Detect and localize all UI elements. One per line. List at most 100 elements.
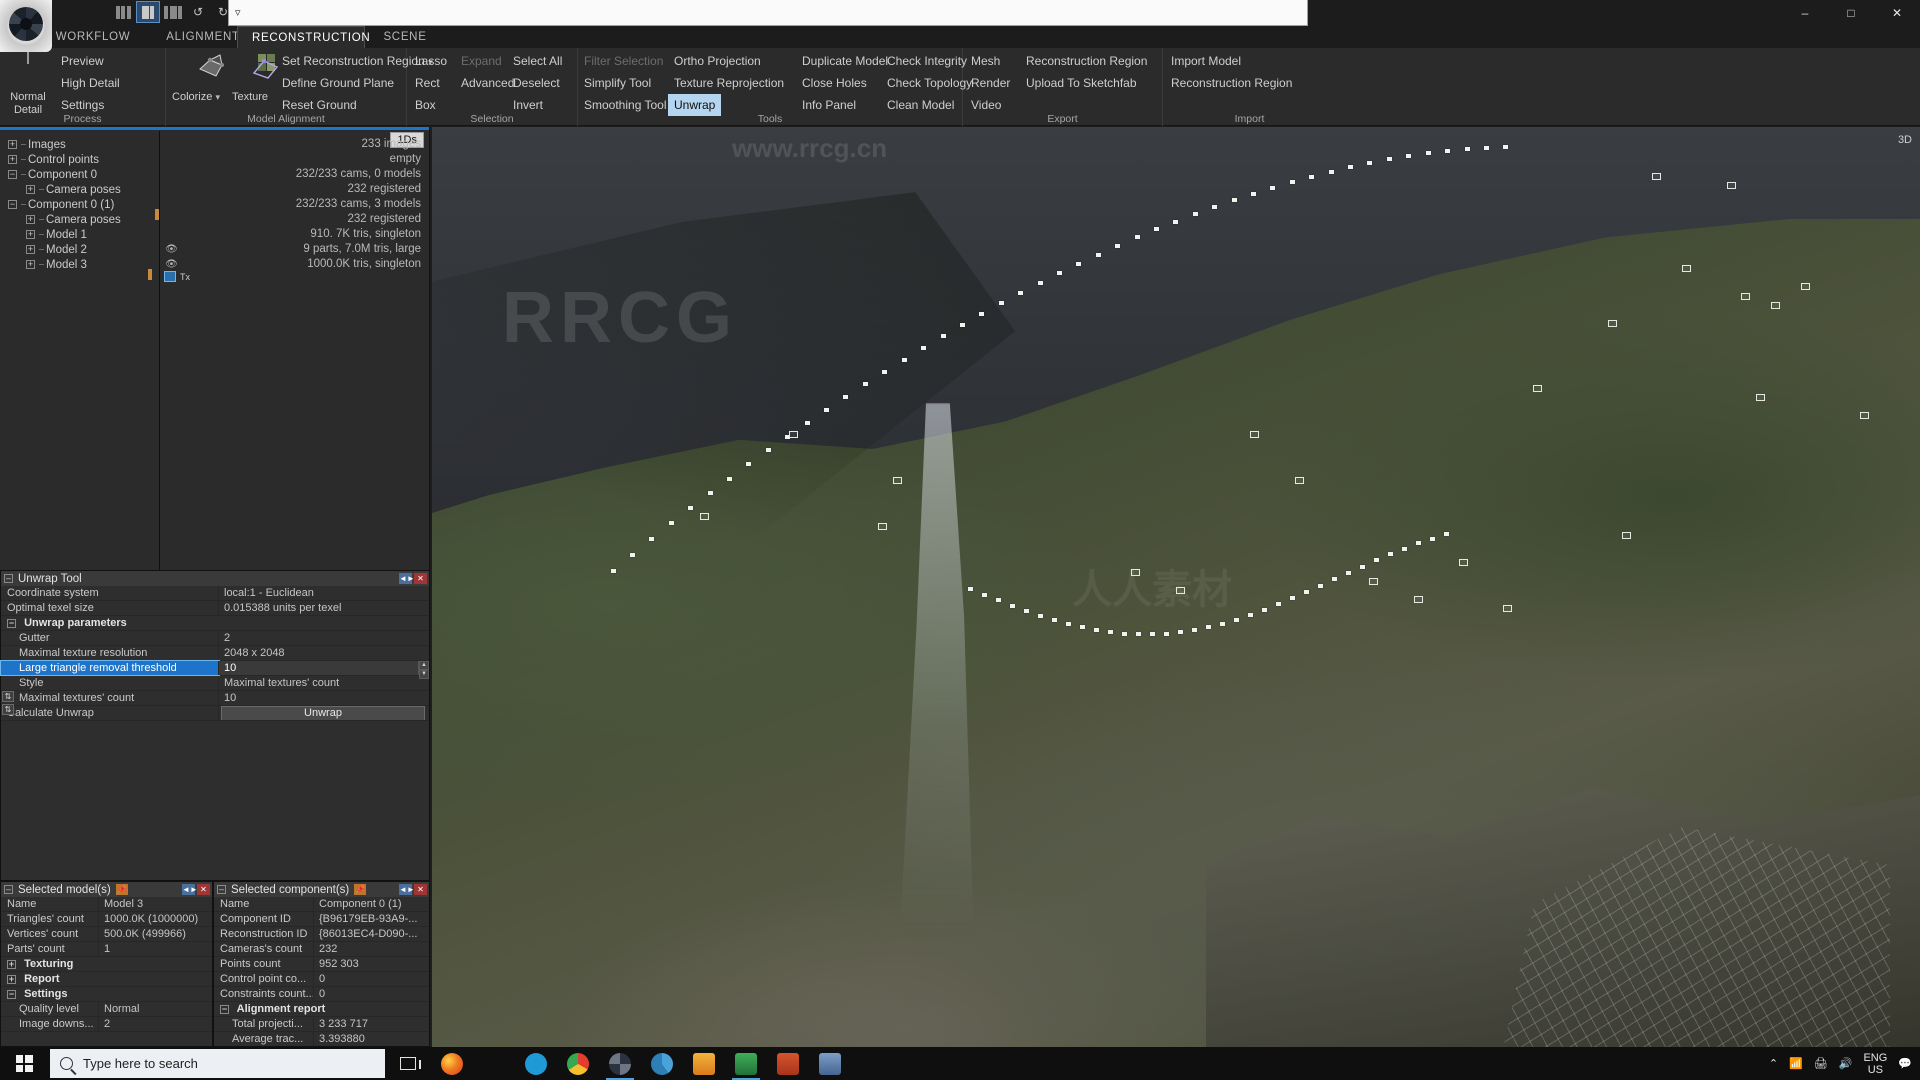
- camera-pose-marker[interactable]: [1331, 577, 1337, 582]
- unwrap-tool-header[interactable]: – Unwrap Tool ◄► ✕: [1, 571, 429, 586]
- pin-icon[interactable]: 📌: [115, 884, 128, 895]
- colorize-button[interactable]: Colorize ▾: [170, 51, 224, 104]
- browser-taskbar-icon[interactable]: [641, 1047, 683, 1080]
- dock-icon[interactable]: ◄►: [399, 884, 415, 895]
- expander-icon[interactable]: +: [26, 245, 35, 254]
- camera-pose-marker[interactable]: [1367, 161, 1373, 166]
- tree-item-camera-poses[interactable]: + Camera poses: [0, 182, 158, 197]
- model-row-vertices-count[interactable]: Vertices' count 500.0K (499966): [1, 927, 212, 942]
- ribbon-item-export-reconstruction-region[interactable]: Reconstruction Region: [1020, 50, 1153, 72]
- property-value[interactable]: 2048 x 2048: [219, 646, 429, 660]
- tab-workflow[interactable]: WORKFLOW: [38, 26, 148, 48]
- collapse-icon[interactable]: –: [217, 885, 226, 894]
- camera-pose-marker[interactable]: [1261, 607, 1267, 612]
- skype-taskbar-icon[interactable]: [515, 1047, 557, 1080]
- ribbon-item-duplicate-model[interactable]: Duplicate Model: [796, 50, 894, 72]
- camera-pose-marker[interactable]: [1348, 165, 1354, 170]
- ribbon-item-export-render[interactable]: Render: [965, 72, 1016, 94]
- unwrap-row-style[interactable]: Style Maximal textures' count: [1, 676, 429, 691]
- ribbon-item-invert[interactable]: Invert: [507, 94, 568, 116]
- command-search-field[interactable]: ▿: [228, 0, 1308, 26]
- unwrap-row-coordinate-system[interactable]: Coordinate system local:1 - Euclidean: [1, 586, 429, 601]
- model-row-name[interactable]: Name Model 3: [1, 897, 212, 912]
- realitycapture-taskbar-icon[interactable]: [599, 1047, 641, 1080]
- camera-pose-marker[interactable]: [1107, 630, 1113, 635]
- camera-pose-marker[interactable]: [1425, 151, 1431, 156]
- camera-frustum-marker[interactable]: [1250, 430, 1260, 438]
- ribbon-item-close-holes[interactable]: Close Holes: [796, 72, 894, 94]
- camera-pose-marker[interactable]: [1163, 631, 1169, 636]
- camera-pose-marker[interactable]: [1247, 612, 1253, 617]
- camera-pose-marker[interactable]: [765, 448, 771, 453]
- camera-pose-marker[interactable]: [1177, 630, 1183, 635]
- camera-pose-marker[interactable]: [1373, 558, 1379, 563]
- component-row-points-count[interactable]: Points count 952 303: [214, 957, 429, 972]
- expander-icon[interactable]: +: [26, 230, 35, 239]
- camera-pose-marker[interactable]: [1464, 147, 1470, 152]
- close-icon[interactable]: ✕: [414, 573, 427, 584]
- unwrap-button[interactable]: Unwrap: [221, 706, 425, 720]
- model-row-parts-count[interactable]: Parts' count 1: [1, 942, 212, 957]
- camera-pose-marker[interactable]: [1289, 180, 1295, 184]
- tree-item-model-2[interactable]: + Model 2: [0, 242, 158, 257]
- pin-icon[interactable]: 📌: [354, 884, 367, 895]
- camera-pose-marker[interactable]: [1429, 536, 1435, 541]
- expander-icon[interactable]: +: [7, 974, 16, 984]
- unwrap-row-calculate[interactable]: Calculate Unwrap Unwrap: [1, 706, 429, 721]
- camera-pose-marker[interactable]: [668, 521, 674, 526]
- camera-pose-marker[interactable]: [1289, 596, 1295, 601]
- camera-pose-marker[interactable]: [1359, 564, 1365, 569]
- chrome-taskbar-icon[interactable]: [557, 1047, 599, 1080]
- component-row-total-projections[interactable]: Total projecti... 3 233 717: [214, 1017, 429, 1032]
- firefox-taskbar-icon[interactable]: [431, 1047, 473, 1080]
- layout-4-pane-icon[interactable]: [162, 2, 184, 22]
- camera-pose-marker[interactable]: [804, 420, 810, 425]
- texture-flag-icon[interactable]: [164, 271, 176, 282]
- language-indicator[interactable]: ENG US: [1863, 1052, 1887, 1076]
- expand-row-icon[interactable]: ⇅: [2, 691, 14, 702]
- camera-pose-marker[interactable]: [1135, 632, 1141, 637]
- component-row-constraints-count[interactable]: Constraints count... 0: [214, 987, 429, 1002]
- camera-frustum-marker[interactable]: [1622, 531, 1632, 539]
- camera-pose-marker[interactable]: [959, 322, 965, 327]
- expander-icon[interactable]: −: [8, 170, 17, 179]
- chevron-up-icon[interactable]: ⌃: [1769, 1057, 1778, 1070]
- tab-reconstruction[interactable]: RECONSTRUCTION: [237, 26, 370, 48]
- camera-pose-marker[interactable]: [1009, 603, 1015, 608]
- scene-tree-panel[interactable]: 1Ds + Images + Control points − Componen…: [0, 127, 430, 570]
- camera-pose-marker[interactable]: [1093, 627, 1099, 632]
- camera-pose-marker[interactable]: [1386, 157, 1392, 162]
- unwrap-row-optimal-texel-size[interactable]: Optimal texel size 0.015388 units per te…: [1, 601, 429, 616]
- expander-icon[interactable]: +: [8, 155, 17, 164]
- camera-pose-marker[interactable]: [1231, 198, 1237, 203]
- camera-pose-marker[interactable]: [1328, 169, 1334, 174]
- model-row-triangles-count[interactable]: Triangles' count 1000.0K (1000000): [1, 912, 212, 927]
- camera-pose-marker[interactable]: [1275, 602, 1281, 607]
- tree-column-divider[interactable]: [159, 131, 160, 570]
- app-taskbar-icon[interactable]: [809, 1047, 851, 1080]
- component-row-average-track[interactable]: Average trac... 3.393880: [214, 1032, 429, 1046]
- ribbon-item-preview[interactable]: Preview: [55, 50, 126, 72]
- component-group-alignment-report[interactable]: − Alignment report: [214, 1002, 429, 1017]
- property-value[interactable]: Maximal textures' count: [219, 676, 429, 690]
- property-value[interactable]: 2: [219, 631, 429, 645]
- volume-icon[interactable]: 🔊: [1839, 1057, 1853, 1070]
- tree-item-component-0[interactable]: − Component 0: [0, 167, 158, 182]
- camera-pose-marker[interactable]: [1095, 252, 1101, 257]
- collapse-row-icon[interactable]: ⇅: [2, 704, 14, 715]
- camera-frustum-marker[interactable]: [1458, 559, 1468, 567]
- collapse-icon[interactable]: –: [4, 885, 13, 894]
- network-icon[interactable]: 📶: [1789, 1057, 1803, 1070]
- camera-pose-marker[interactable]: [1134, 235, 1140, 240]
- model-group-settings[interactable]: − Settings: [1, 987, 212, 1002]
- selected-models-header[interactable]: – Selected model(s) 📌 ◄► ✕: [1, 882, 212, 897]
- expander-icon[interactable]: +: [26, 215, 35, 224]
- ribbon-item-simplify-tool[interactable]: Simplify Tool: [578, 72, 673, 94]
- camera-pose-marker[interactable]: [1443, 532, 1449, 537]
- close-icon[interactable]: ✕: [414, 884, 427, 895]
- camera-frustum-marker[interactable]: [699, 513, 709, 521]
- camera-pose-marker[interactable]: [824, 407, 830, 412]
- expander-icon[interactable]: −: [7, 989, 16, 999]
- minimize-button[interactable]: –: [1782, 0, 1828, 26]
- camera-frustum-marker[interactable]: [1131, 568, 1141, 576]
